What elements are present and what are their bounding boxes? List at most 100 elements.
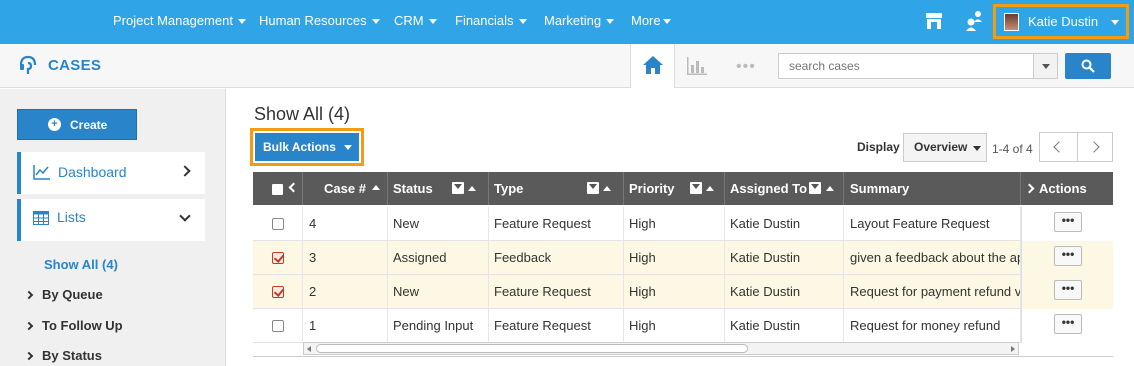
header-case-number[interactable]: Case #	[303, 172, 388, 205]
header-type[interactable]: Type	[489, 172, 624, 205]
display-select[interactable]: Overview	[903, 133, 987, 162]
table-row[interactable]: 4 New Feature Request High Katie Dustin …	[253, 207, 1113, 241]
header-priority[interactable]: Priority	[624, 172, 725, 205]
search-button[interactable]	[1065, 53, 1111, 79]
sidebar-item-label: By Queue	[42, 287, 103, 302]
sort-asc-icon	[371, 185, 380, 190]
nav-label: Project Management	[113, 13, 233, 28]
bar-chart-icon[interactable]	[686, 56, 708, 76]
case-number-cell: 4	[303, 207, 388, 241]
home-tab[interactable]	[630, 44, 675, 88]
sort-asc-icon	[706, 186, 714, 191]
row-actions-button[interactable]: •••	[1054, 280, 1082, 300]
summary-cell[interactable]: given a feedback about the app	[844, 241, 1021, 275]
select-all-checkbox[interactable]	[272, 184, 283, 195]
caret-down-icon	[662, 19, 671, 25]
header-summary[interactable]: Summary	[844, 172, 1021, 205]
header-label: Status	[393, 181, 433, 196]
sidebar-item-to-follow-up[interactable]: To Follow Up	[24, 318, 123, 333]
type-cell: Feature Request	[489, 275, 624, 309]
horizontal-scrollbar[interactable]	[303, 342, 1019, 355]
module-bar: CASES •••	[0, 44, 1134, 88]
bulk-actions-button[interactable]: Bulk Actions	[255, 133, 359, 161]
nav-more[interactable]: More	[631, 0, 671, 44]
nav-label: CRM	[394, 13, 424, 28]
row-checkbox[interactable]	[272, 218, 284, 230]
filter-icon[interactable]	[809, 182, 821, 194]
nav-marketing[interactable]: Marketing	[544, 0, 615, 44]
record-range: 1-4 of 4	[992, 142, 1033, 156]
summary-cell[interactable]: Layout Feature Request	[844, 207, 1021, 241]
table-row[interactable]: 1 Pending Input Feature Request High Kat…	[253, 309, 1113, 343]
search-dropdown-button[interactable]	[1033, 54, 1057, 78]
nav-financials[interactable]: Financials	[455, 0, 527, 44]
caret-down-icon	[428, 19, 437, 25]
search-input[interactable]	[779, 54, 1029, 78]
assigned-cell: Katie Dustin	[725, 241, 844, 275]
assigned-cell: Katie Dustin	[725, 309, 844, 343]
module-title: CASES	[48, 57, 102, 74]
sidebar-item-label: By Status	[42, 348, 102, 363]
chevron-left-icon	[1053, 141, 1065, 153]
sidebar-item-lists[interactable]: Lists	[17, 199, 205, 241]
sidebar-item-by-queue[interactable]: By Queue	[24, 287, 103, 302]
row-checkbox[interactable]	[272, 320, 284, 332]
nav-label: Human Resources	[259, 13, 367, 28]
nav-crm[interactable]: CRM	[394, 0, 437, 44]
create-button[interactable]: + Create	[17, 109, 137, 140]
top-nav: Project Management Human Resources CRM F…	[0, 0, 1134, 44]
nav-project-management[interactable]: Project Management	[113, 0, 246, 44]
scrollbar-thumb[interactable]	[316, 344, 748, 353]
filter-icon[interactable]	[690, 182, 702, 194]
priority-cell: High	[624, 241, 725, 275]
actions-cell: •••	[1021, 275, 1113, 309]
caret-down-icon	[518, 19, 527, 25]
header-label: Actions	[1039, 181, 1087, 196]
filter-icon[interactable]	[587, 182, 599, 194]
next-page-button[interactable]	[1077, 133, 1114, 161]
sidebar-item-label: Lists	[57, 209, 86, 225]
header-assigned-to[interactable]: Assigned To	[725, 172, 844, 205]
scroll-left-icon[interactable]	[307, 346, 311, 352]
prev-page-button[interactable]	[1040, 133, 1077, 161]
row-actions-button[interactable]: •••	[1054, 314, 1082, 334]
store-icon[interactable]	[925, 12, 943, 30]
header-label: Summary	[850, 181, 910, 196]
summary-cell[interactable]: Request for payment refund via	[844, 275, 1021, 309]
table-icon	[33, 211, 49, 225]
priority-cell: High	[624, 207, 725, 241]
row-checkbox[interactable]	[272, 252, 284, 264]
nav-human-resources[interactable]: Human Resources	[259, 0, 380, 44]
user-menu[interactable]: Katie Dustin	[993, 4, 1129, 39]
type-cell: Feature Request	[489, 309, 624, 343]
caret-down-icon	[344, 145, 352, 150]
scroll-right-icon[interactable]	[1011, 346, 1015, 352]
row-select-cell	[253, 275, 303, 309]
header-status[interactable]: Status	[388, 172, 489, 205]
priority-cell: High	[624, 275, 725, 309]
sort-asc-icon	[468, 186, 476, 191]
chevron-left-icon[interactable]	[288, 182, 299, 193]
sidebar-item-by-status[interactable]: By Status	[24, 348, 102, 363]
chevron-right-icon[interactable]	[1024, 183, 1035, 194]
table-row[interactable]: 3 Assigned Feedback High Katie Dustin gi…	[253, 241, 1113, 275]
people-icon[interactable]	[965, 10, 983, 32]
row-actions-button[interactable]: •••	[1054, 246, 1082, 266]
sidebar: + Create Dashboard Lists Show All (4) By…	[0, 89, 226, 366]
summary-cell[interactable]: Request for money refund	[844, 309, 1021, 343]
table-row[interactable]: 2 New Feature Request High Katie Dustin …	[253, 275, 1113, 309]
row-checkbox[interactable]	[272, 286, 284, 298]
sidebar-link-show-all[interactable]: Show All (4)	[44, 257, 118, 272]
avatar	[1004, 13, 1019, 31]
row-select-cell	[253, 309, 303, 343]
header-label: Case #	[324, 181, 366, 196]
more-dots-icon[interactable]: •••	[736, 58, 756, 76]
filter-icon[interactable]	[452, 182, 464, 194]
chevron-right-icon	[24, 351, 34, 361]
assigned-cell: Katie Dustin	[725, 275, 844, 309]
header-select	[253, 172, 303, 205]
row-actions-button[interactable]: •••	[1054, 212, 1082, 232]
actions-cell: •••	[1021, 207, 1113, 241]
sidebar-item-dashboard[interactable]: Dashboard	[17, 152, 205, 194]
case-number-cell: 1	[303, 309, 388, 343]
